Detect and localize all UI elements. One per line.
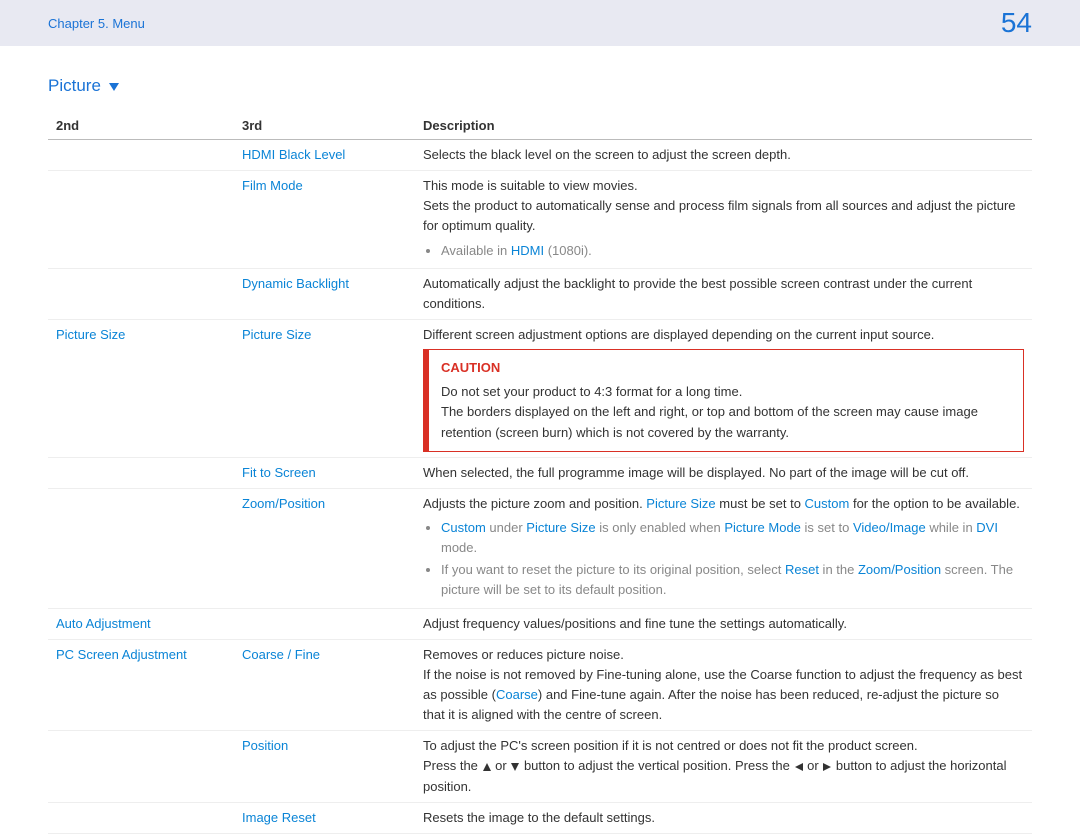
- caution-title: CAUTION: [441, 358, 1011, 378]
- caution-text: The borders displayed on the left and ri…: [441, 402, 1011, 442]
- table-row: Position To adjust the PC's screen posit…: [48, 731, 1032, 802]
- table-row: HDMI Black Level Selects the black level…: [48, 140, 1032, 171]
- table-row: Image Reset Resets the image to the defa…: [48, 802, 1032, 833]
- menu-group-pc-screen-adjustment: PC Screen Adjustment: [56, 647, 187, 662]
- menu-item-film-mode: Film Mode: [242, 178, 303, 193]
- note: Custom under Picture Size is only enable…: [441, 518, 1024, 558]
- table-row: Zoom/Position Adjusts the picture zoom a…: [48, 488, 1032, 608]
- description: To adjust the PC's screen position if it…: [415, 731, 1032, 802]
- text: Sets the product to automatically sense …: [423, 196, 1024, 236]
- description: Adjusts the picture zoom and position. P…: [415, 488, 1032, 608]
- table-row: Picture Size Picture Size Different scre…: [48, 319, 1032, 457]
- chevron-down-icon: [106, 76, 120, 95]
- description: Adjust frequency values/positions and fi…: [415, 608, 1032, 639]
- page-number: 54: [1001, 7, 1032, 39]
- menu-group-picture-size: Picture Size: [56, 327, 125, 342]
- right-arrow-icon: [822, 758, 832, 773]
- description: Removes or reduces picture noise. If the…: [415, 639, 1032, 731]
- text: Different screen adjustment options are …: [423, 325, 1024, 345]
- description: Different screen adjustment options are …: [415, 319, 1032, 457]
- menu-item-picture-size: Picture Size: [242, 327, 311, 342]
- description: Automatically adjust the backlight to pr…: [415, 268, 1032, 319]
- menu-item-fit-to-screen: Fit to Screen: [242, 465, 316, 480]
- note: If you want to reset the picture to its …: [441, 560, 1024, 600]
- menu-group-auto-adjustment: Auto Adjustment: [56, 616, 151, 631]
- description: Selects the black level on the screen to…: [415, 140, 1032, 171]
- col-header-3rd: 3rd: [234, 112, 415, 140]
- caution-box: CAUTION Do not set your product to 4:3 f…: [423, 349, 1024, 452]
- menu-item-coarse-fine: Coarse / Fine: [242, 647, 320, 662]
- table-row: Dynamic Backlight Automatically adjust t…: [48, 268, 1032, 319]
- table-row: Film Mode This mode is suitable to view …: [48, 171, 1032, 269]
- menu-item-zoom-position: Zoom/Position: [242, 496, 325, 511]
- table-row: Fit to Screen When selected, the full pr…: [48, 457, 1032, 488]
- breadcrumb: Chapter 5. Menu: [48, 16, 145, 31]
- section-title: Picture: [48, 76, 1032, 96]
- left-arrow-icon: [794, 758, 804, 773]
- section-title-text: Picture: [48, 76, 101, 95]
- menu-item-position: Position: [242, 738, 288, 753]
- note: Available in HDMI (1080i).: [441, 241, 1024, 261]
- menu-item-hdmi-black-level: HDMI Black Level: [242, 147, 345, 162]
- text: Removes or reduces picture noise.: [423, 645, 1024, 665]
- table-row: PC Screen Adjustment Coarse / Fine Remov…: [48, 639, 1032, 731]
- description: When selected, the full programme image …: [415, 457, 1032, 488]
- description: This mode is suitable to view movies. Se…: [415, 171, 1032, 269]
- menu-item-dynamic-backlight: Dynamic Backlight: [242, 276, 349, 291]
- caution-text: Do not set your product to 4:3 format fo…: [441, 382, 1011, 402]
- col-header-desc: Description: [415, 112, 1032, 140]
- col-header-2nd: 2nd: [48, 112, 234, 140]
- menu-table: 2nd 3rd Description HDMI Black Level Sel…: [48, 112, 1032, 834]
- menu-item-image-reset: Image Reset: [242, 810, 316, 825]
- text: This mode is suitable to view movies.: [423, 176, 1024, 196]
- header-bar: Chapter 5. Menu 54: [0, 0, 1080, 46]
- text: To adjust the PC's screen position if it…: [423, 736, 1024, 756]
- description: Resets the image to the default settings…: [415, 802, 1032, 833]
- down-arrow-icon: [510, 758, 520, 773]
- up-arrow-icon: [482, 758, 492, 773]
- table-row: Auto Adjustment Adjust frequency values/…: [48, 608, 1032, 639]
